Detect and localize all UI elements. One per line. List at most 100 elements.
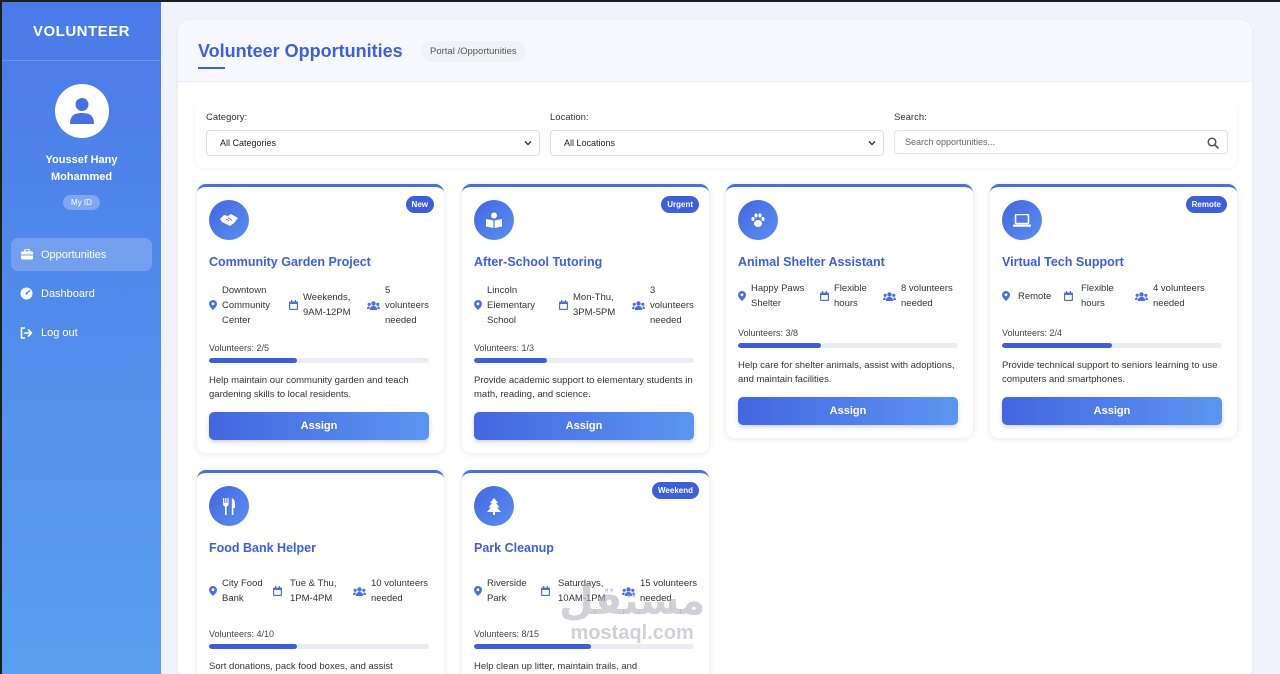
brand-logo: VOLUNTEER xyxy=(2,2,161,61)
handshake-icon xyxy=(209,200,249,240)
search-input[interactable]: Search opportunities... xyxy=(894,130,1228,154)
card-description: Provide technical support to seniors lea… xyxy=(1002,360,1218,385)
map-pin-icon xyxy=(474,586,482,596)
map-pin-icon xyxy=(738,291,746,301)
progress-fill xyxy=(474,644,591,649)
title-underline xyxy=(198,67,225,69)
status-badge: Remote xyxy=(1185,196,1227,213)
meta-location-text: Happy Paws Shelter xyxy=(751,283,805,309)
user-name: Youssef Hany Mohammed xyxy=(45,154,118,183)
sidebar-nav: Opportunities Dashboard Log out xyxy=(2,238,161,349)
card-description: Help care for shelter animals, assist wi… xyxy=(738,360,955,385)
assign-button[interactable]: Assign xyxy=(1002,397,1222,425)
search-icon[interactable] xyxy=(1207,137,1219,149)
meta-time-text: Flexible hours xyxy=(834,283,867,309)
progress-bar xyxy=(474,358,694,363)
card-description: Help maintain our community garden and t… xyxy=(209,375,409,400)
card-description: Sort donations, pack food boxes, and ass… xyxy=(209,661,393,672)
calendar-icon xyxy=(559,300,568,310)
users-icon xyxy=(883,291,896,301)
meta-needed: 8 volunteers needed xyxy=(883,281,963,311)
assign-button[interactable]: Assign xyxy=(474,412,694,440)
calendar-icon xyxy=(289,300,298,310)
logout-icon xyxy=(20,326,33,339)
category-filter: Category: All Categories xyxy=(206,112,540,156)
sidebar-item-dashboard[interactable]: Dashboard xyxy=(11,277,152,310)
chevron-down-icon xyxy=(524,141,532,146)
card-description: Help clean up litter, maintain trails, a… xyxy=(474,661,638,672)
location-filter: Location: All Locations xyxy=(550,112,884,156)
card-meta: Lincoln Elementary School Mon-Thu, 3PM-5… xyxy=(474,281,698,329)
meta-time: Mon-Thu, 3PM-5PM xyxy=(559,281,631,329)
map-pin-icon xyxy=(209,300,217,310)
opportunity-card: New Community Garden Project Downtown Co… xyxy=(197,184,444,453)
progress-fill xyxy=(209,358,297,363)
meta-needed: 3 volunteers needed xyxy=(632,281,698,329)
meta-time-text: Flexible hours xyxy=(1081,283,1114,309)
progress-bar xyxy=(1002,343,1222,348)
assign-button[interactable]: Assign xyxy=(209,412,429,440)
category-select[interactable]: All Categories xyxy=(206,130,540,156)
volunteer-count: Volunteers: 2/5 xyxy=(209,343,270,353)
assign-button[interactable]: Assign xyxy=(738,397,958,425)
main-panel: Volunteer Opportunities Portal /Opportun… xyxy=(178,20,1252,674)
briefcase-icon xyxy=(20,248,33,261)
calendar-icon xyxy=(541,586,550,596)
opportunity-card: Urgent After-School Tutoring Lincoln Ele… xyxy=(462,184,709,453)
status-badge: New xyxy=(405,196,434,213)
card-meta: Remote Flexible hours 4 volunteers neede… xyxy=(1002,281,1226,311)
page-header: Volunteer Opportunities Portal /Opportun… xyxy=(178,20,1252,82)
meta-location: Remote xyxy=(1002,281,1062,311)
card-title: After-School Tutoring xyxy=(474,255,603,269)
progress-bar xyxy=(474,644,694,649)
location-select[interactable]: All Locations xyxy=(550,130,884,156)
filter-bar: Category: All Categories Location: All L… xyxy=(195,100,1237,168)
tree-icon xyxy=(474,486,514,526)
meta-needed-text: 5 volunteers needed xyxy=(385,284,429,326)
meta-needed: 4 volunteers needed xyxy=(1135,281,1225,311)
watermark-latin: mostaql.com xyxy=(570,622,694,644)
progress-fill xyxy=(209,644,297,649)
meta-needed-text: 8 volunteers needed xyxy=(901,283,953,309)
search-label: Search: xyxy=(894,112,927,123)
users-icon xyxy=(1135,291,1148,301)
opportunity-card: Animal Shelter Assistant Happy Paws Shel… xyxy=(726,184,973,438)
search-placeholder: Search opportunities... xyxy=(905,137,996,147)
meta-needed-text: 4 volunteers needed xyxy=(1153,283,1205,309)
card-title: Food Bank Helper xyxy=(209,541,316,555)
meta-location-text: Riverside Park xyxy=(487,578,527,604)
watermark: مستقل mostaql.com xyxy=(559,580,705,644)
sidebar-item-label: Dashboard xyxy=(41,287,95,300)
meta-time-text: Tue & Thu, 1PM-4PM xyxy=(290,578,337,604)
sidebar-item-label: Opportunities xyxy=(41,248,107,261)
map-pin-icon xyxy=(474,300,482,310)
meta-time: Weekends, 9AM-12PM xyxy=(289,281,367,329)
meta-location-text: Lincoln Elementary School xyxy=(487,284,536,326)
meta-time-text: Mon-Thu, 3PM-5PM xyxy=(573,292,616,318)
meta-time: Flexible hours xyxy=(1064,281,1130,311)
sidebar-item-opportunities[interactable]: Opportunities xyxy=(11,238,152,271)
status-badge: Weekend xyxy=(652,482,699,499)
my-id-button[interactable]: My ID xyxy=(63,195,100,210)
status-badge: Urgent xyxy=(661,196,699,213)
volunteer-count: Volunteers: 2/4 xyxy=(1002,328,1063,338)
opportunity-card: Food Bank Helper City Food Bank Tue & Th… xyxy=(197,470,444,674)
gauge-icon xyxy=(20,287,33,300)
page-title: Volunteer Opportunities xyxy=(198,41,403,61)
location-label: Location: xyxy=(550,112,589,123)
meta-location: Riverside Park xyxy=(474,567,539,615)
sidebar-item-logout[interactable]: Log out xyxy=(11,316,152,349)
category-value: All Categories xyxy=(220,138,277,148)
meta-location-text: City Food Bank xyxy=(222,578,263,604)
meta-needed-text: 3 volunteers needed xyxy=(650,284,694,326)
book-reader-icon xyxy=(474,200,514,240)
sidebar: VOLUNTEER Youssef Hany Mohammed My ID Op… xyxy=(2,2,161,674)
card-title: Park Cleanup xyxy=(474,541,554,555)
volunteer-count: Volunteers: 4/10 xyxy=(209,629,275,639)
chevron-down-icon xyxy=(868,141,876,146)
users-icon xyxy=(367,300,380,310)
user-icon xyxy=(69,98,94,124)
progress-fill xyxy=(738,343,821,348)
progress-fill xyxy=(1002,343,1112,348)
progress-bar xyxy=(209,358,429,363)
